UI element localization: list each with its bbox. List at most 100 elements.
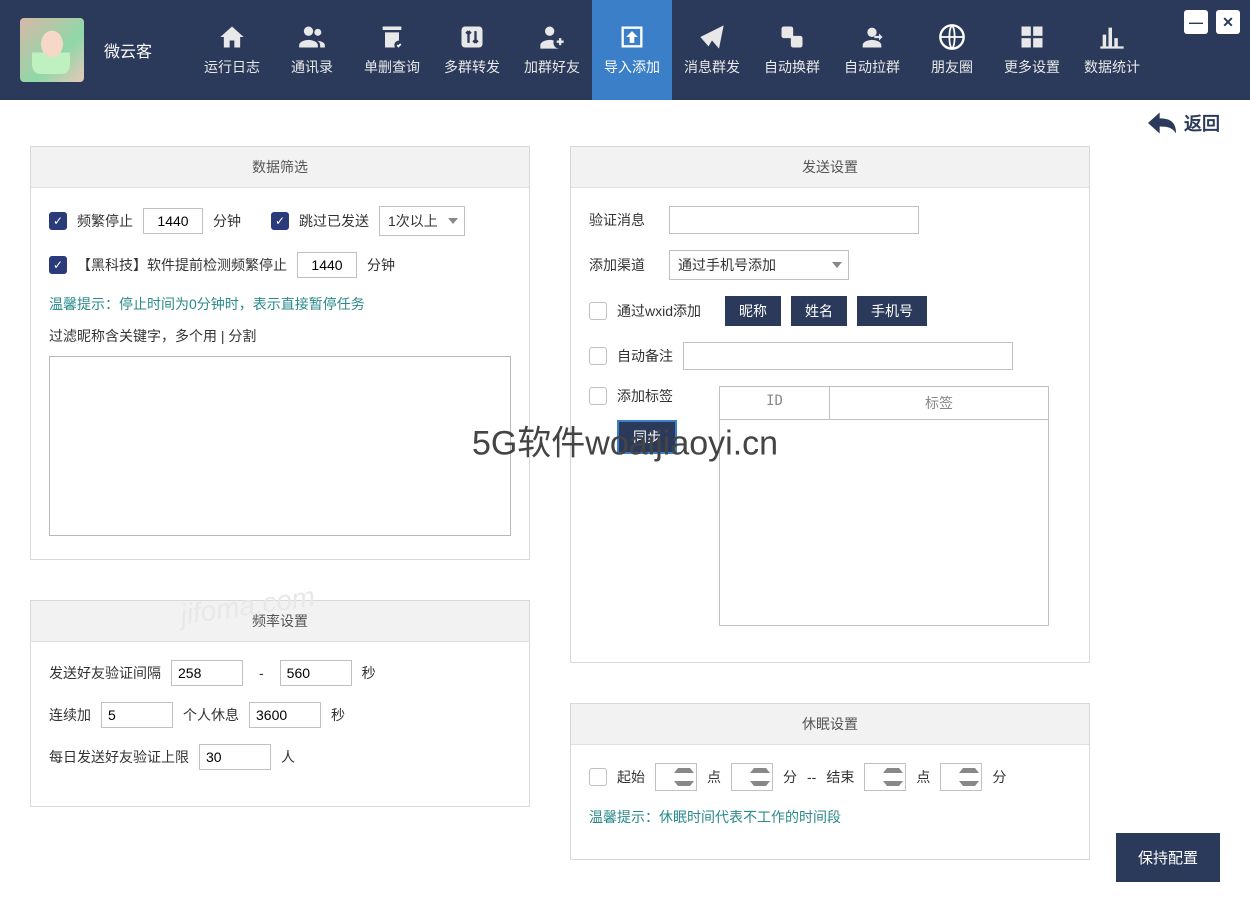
panel-filter: 数据筛选 ✓ 频繁停止 分钟 ✓ 跳过已发送 1次以上 (30, 146, 530, 560)
nav-label: 运行日志 (204, 57, 260, 77)
moments-icon (938, 23, 966, 51)
table-col-tag: 标签 (829, 387, 1048, 419)
nav: 运行日志 通讯录 单删查询 多群转发 加群好友 导入添加 消息群发 自动换群 (192, 0, 1152, 100)
nav-forward[interactable]: 多群转发 (432, 0, 512, 100)
interval-min-input[interactable] (171, 660, 243, 686)
name-button[interactable]: 姓名 (791, 296, 847, 326)
blacktech-unit: 分钟 (367, 255, 395, 275)
close-button[interactable]: ✕ (1216, 10, 1240, 34)
nav-label: 单删查询 (364, 57, 420, 77)
stats-icon (1098, 23, 1126, 51)
sleep-start-label: 起始 (617, 767, 645, 787)
rest-input[interactable] (249, 702, 321, 728)
nav-label: 数据统计 (1084, 57, 1140, 77)
skip-sent-label: 跳过已发送 (299, 211, 369, 231)
start-min-spinner[interactable] (731, 763, 773, 791)
nav-label: 自动换群 (764, 57, 820, 77)
nav-auto-swap[interactable]: 自动换群 (752, 0, 832, 100)
auto-remark-input[interactable] (683, 342, 1013, 370)
panel-send: 发送设置 验证消息 添加渠道 通过手机号添加 通过wxid添加 昵称 姓名 手机… (570, 146, 1090, 663)
nav-label: 更多设置 (1004, 57, 1060, 77)
via-wxid-label: 通过wxid添加 (617, 301, 701, 321)
rest-unit: 秒 (331, 705, 345, 725)
interval-max-input[interactable] (280, 660, 352, 686)
send-icon (698, 23, 726, 51)
daily-limit-unit: 人 (281, 747, 295, 767)
nav-label: 消息群发 (684, 57, 740, 77)
panel-freq-title: 频率设置 (31, 601, 529, 642)
blacktech-label: 【黑科技】软件提前检测频繁停止 (77, 255, 287, 275)
window-controls: — ✕ (1184, 10, 1240, 34)
nav-stats[interactable]: 数据统计 (1072, 0, 1152, 100)
minute-unit-1: 分 (783, 767, 797, 787)
blacktech-checkbox[interactable]: ✓ (49, 256, 67, 274)
add-friend-icon (538, 23, 566, 51)
nav-label: 加群好友 (524, 57, 580, 77)
continuous-prefix: 连续加 (49, 705, 91, 725)
swap-icon (778, 23, 806, 51)
interval-label: 发送好友验证间隔 (49, 663, 161, 683)
pull-group-icon (858, 23, 886, 51)
nav-label: 导入添加 (604, 57, 660, 77)
phone-button[interactable]: 手机号 (857, 296, 927, 326)
nav-auto-pull[interactable]: 自动拉群 (832, 0, 912, 100)
interval-unit: 秒 (362, 663, 376, 683)
sleep-start-checkbox[interactable] (589, 768, 607, 786)
filter-nick-label: 过滤昵称含关键字，多个用 | 分割 (49, 326, 511, 346)
table-col-id: ID (720, 387, 829, 419)
end-min-spinner[interactable] (940, 763, 982, 791)
sync-button[interactable]: 同步 (617, 420, 677, 454)
freq-stop-input[interactable] (143, 208, 203, 234)
nav-label: 通讯录 (291, 57, 333, 77)
end-hour-spinner[interactable] (864, 763, 906, 791)
nav-more-settings[interactable]: 更多设置 (992, 0, 1072, 100)
sleep-tip: 温馨提示：休眠时间代表不工作的时间段 (589, 807, 1071, 827)
filter-nick-textarea[interactable] (49, 356, 511, 536)
sleep-sep: -- (807, 769, 816, 785)
contacts-icon (298, 23, 326, 51)
minimize-button[interactable]: — (1184, 10, 1208, 34)
continuous-mid: 个人休息 (183, 705, 239, 725)
add-tag-checkbox[interactable] (589, 387, 607, 405)
auto-remark-checkbox[interactable] (589, 347, 607, 365)
blacktech-input[interactable] (297, 252, 357, 278)
nav-moments[interactable]: 朋友圈 (912, 0, 992, 100)
nav-delete-query[interactable]: 单删查询 (352, 0, 432, 100)
minute-unit-2: 分 (992, 767, 1006, 787)
channel-select[interactable]: 通过手机号添加 (669, 250, 849, 280)
add-tag-label: 添加标签 (617, 386, 673, 406)
freq-stop-checkbox[interactable]: ✓ (49, 212, 67, 230)
back-button[interactable]: 返回 (1148, 110, 1220, 136)
panel-freq: 频率设置 发送好友验证间隔 - 秒 连续加 个人休息 秒 每日发送好 (30, 600, 530, 807)
panel-sleep: 休眠设置 起始 点 分 -- 结束 点 分 温馨提示：休眠时间 (570, 703, 1090, 860)
nick-button[interactable]: 昵称 (725, 296, 781, 326)
via-wxid-checkbox[interactable] (589, 302, 607, 320)
home-icon (218, 23, 246, 51)
app-name: 微云客 (104, 38, 152, 62)
back-label: 返回 (1184, 110, 1220, 136)
nav-mass-send[interactable]: 消息群发 (672, 0, 752, 100)
tag-table[interactable]: ID 标签 (719, 386, 1049, 626)
panel-sleep-title: 休眠设置 (571, 704, 1089, 745)
nav-run-log[interactable]: 运行日志 (192, 0, 272, 100)
nav-contacts[interactable]: 通讯录 (272, 0, 352, 100)
daily-limit-input[interactable] (199, 744, 271, 770)
continuous-input[interactable] (101, 702, 173, 728)
verify-msg-input[interactable] (669, 206, 919, 234)
nav-import-add[interactable]: 导入添加 (592, 0, 672, 100)
verify-msg-label: 验证消息 (589, 210, 659, 230)
hour-unit-2: 点 (916, 767, 930, 787)
save-config-button[interactable]: 保持配置 (1116, 833, 1220, 882)
titlebar: 微云客 运行日志 通讯录 单删查询 多群转发 加群好友 导入添加 消息群发 (0, 0, 1250, 100)
auto-remark-label: 自动备注 (617, 346, 673, 366)
freq-stop-unit: 分钟 (213, 211, 241, 231)
skip-sent-select[interactable]: 1次以上 (379, 206, 465, 236)
nav-label: 自动拉群 (844, 57, 900, 77)
avatar (20, 18, 84, 82)
import-icon (618, 23, 646, 51)
skip-sent-checkbox[interactable]: ✓ (271, 212, 289, 230)
delete-query-icon (378, 23, 406, 51)
start-hour-spinner[interactable] (655, 763, 697, 791)
daily-limit-label: 每日发送好友验证上限 (49, 747, 189, 767)
nav-add-group-friend[interactable]: 加群好友 (512, 0, 592, 100)
